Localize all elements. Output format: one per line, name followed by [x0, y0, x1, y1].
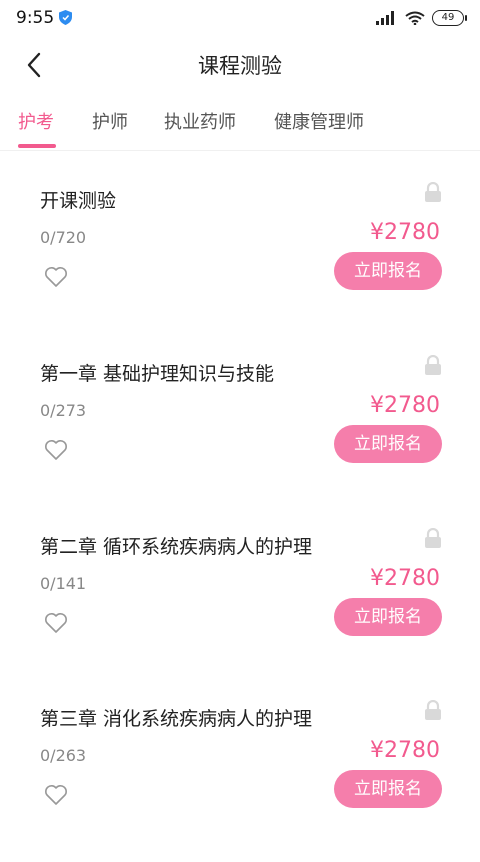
enroll-button[interactable]: 立即报名 [334, 252, 442, 290]
category-tabs: 护考 护师 执业药师 健康管理师 [0, 96, 480, 151]
page-title: 课程测验 [198, 54, 282, 78]
enroll-button[interactable]: 立即报名 [334, 770, 442, 808]
course-progress: 0/141 [40, 574, 87, 593]
course-price: ¥2780 [370, 738, 440, 763]
status-bar: 9:55 49 [0, 0, 480, 36]
battery-icon: 49 [432, 10, 467, 26]
signal-icon [376, 11, 398, 25]
enroll-button[interactable]: 立即报名 [334, 598, 442, 636]
course-title: 第三章 消化系统疾病病人的护理 [40, 708, 313, 730]
lock-icon [424, 527, 442, 548]
lock-icon [424, 181, 442, 202]
lock-icon [424, 354, 442, 375]
wifi-icon [405, 11, 425, 25]
tab-hukao[interactable]: 护考 [18, 108, 54, 134]
status-time: 9:55 [16, 8, 55, 28]
course-price: ¥2780 [370, 393, 440, 418]
enroll-button[interactable]: 立即报名 [334, 425, 442, 463]
nav-bar: 课程测验 [0, 36, 480, 94]
shield-icon [59, 10, 72, 25]
heart-icon[interactable] [44, 266, 68, 288]
course-card[interactable]: 开课测验 0/720 ¥2780 立即报名 [0, 172, 480, 344]
course-progress: 0/273 [40, 401, 87, 420]
course-card[interactable]: 第一章 基础护理知识与技能 0/273 ¥2780 立即报名 [0, 345, 480, 517]
course-price: ¥2780 [370, 566, 440, 591]
course-price: ¥2780 [370, 220, 440, 245]
heart-icon[interactable] [44, 612, 68, 634]
active-tab-indicator [18, 144, 56, 148]
course-progress: 0/263 [40, 746, 87, 765]
course-card[interactable]: 第三章 消化系统疾病病人的护理 0/263 ¥2780 立即报名 [0, 690, 480, 862]
heart-icon[interactable] [44, 439, 68, 461]
course-title: 第二章 循环系统疾病病人的护理 [40, 536, 313, 558]
course-title: 第一章 基础护理知识与技能 [40, 363, 275, 385]
tab-hushi[interactable]: 护师 [92, 108, 128, 134]
tab-jiankang-guanlishi[interactable]: 健康管理师 [274, 108, 364, 134]
course-title: 开课测验 [40, 190, 117, 212]
course-progress: 0/720 [40, 228, 87, 247]
lock-icon [424, 699, 442, 720]
heart-icon[interactable] [44, 784, 68, 806]
course-card[interactable]: 第二章 循环系统疾病病人的护理 0/141 ¥2780 立即报名 [0, 518, 480, 690]
tab-zhiye-yaoshi[interactable]: 执业药师 [164, 108, 236, 134]
